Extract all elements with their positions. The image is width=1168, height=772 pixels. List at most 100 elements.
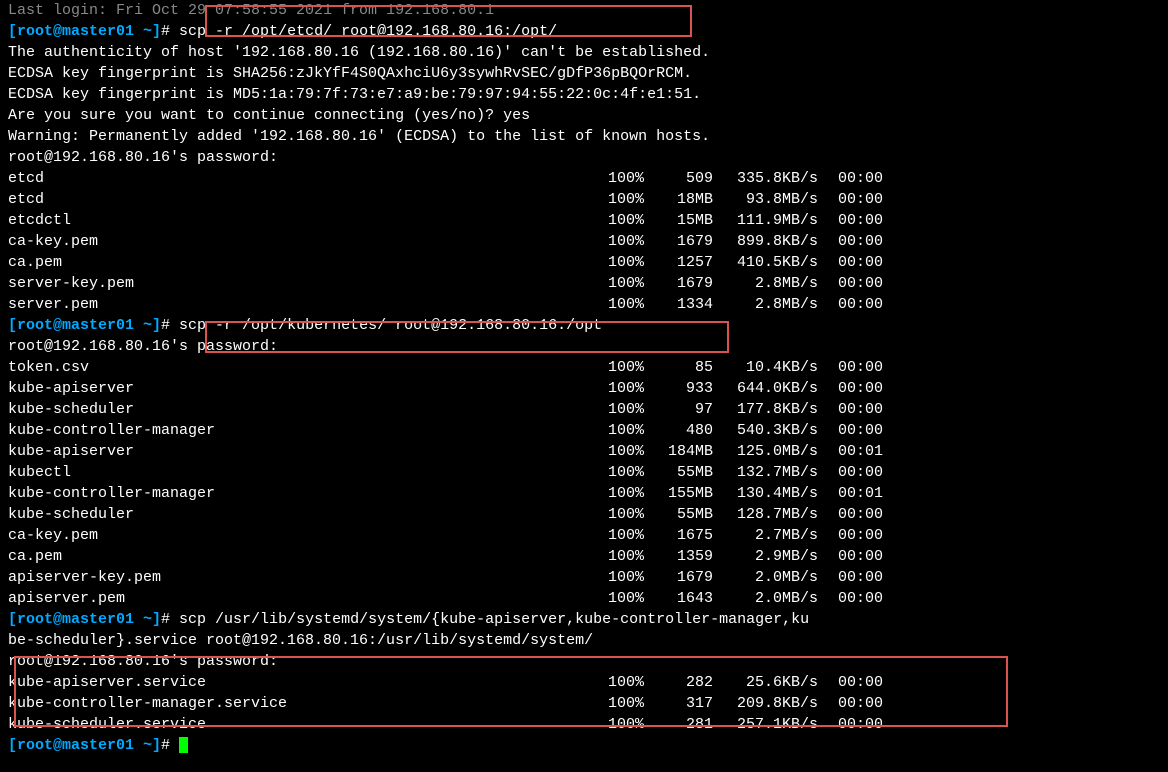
file-time: 00:00: [838, 525, 908, 546]
file-row: token.csv100%8510.4KB/s00:00: [8, 357, 1160, 378]
file-list-3: kube-apiserver.service100%28225.6KB/s00:…: [8, 672, 1160, 735]
file-size: 317: [658, 693, 718, 714]
file-row: kube-scheduler100%55MB128.7MB/s00:00: [8, 504, 1160, 525]
file-time: 00:00: [838, 567, 908, 588]
file-percent: 100%: [608, 441, 658, 462]
file-speed: 111.9MB/s: [718, 210, 838, 231]
file-percent: 100%: [608, 546, 658, 567]
file-size: 184MB: [658, 441, 718, 462]
file-percent: 100%: [608, 357, 658, 378]
prompt-user: [root@master01 ~]: [8, 23, 161, 40]
password-prompt-3: root@192.168.80.16's password:: [8, 651, 1160, 672]
file-time: 00:00: [838, 399, 908, 420]
prompt-line-3: [root@master01 ~]# scp /usr/lib/systemd/…: [8, 609, 1160, 630]
file-speed: 2.0MB/s: [718, 588, 838, 609]
file-size: 55MB: [658, 462, 718, 483]
file-speed: 132.7MB/s: [718, 462, 838, 483]
file-percent: 100%: [608, 672, 658, 693]
file-row: server-key.pem100%16792.8MB/s00:00: [8, 273, 1160, 294]
file-name: kubectl: [8, 462, 608, 483]
file-row: kube-scheduler.service100%281257.1KB/s00…: [8, 714, 1160, 735]
file-row: kube-controller-manager100%480540.3KB/s0…: [8, 420, 1160, 441]
file-speed: 125.0MB/s: [718, 441, 838, 462]
file-time: 00:00: [838, 357, 908, 378]
file-row: kube-controller-manager.service100%31720…: [8, 693, 1160, 714]
file-speed: 128.7MB/s: [718, 504, 838, 525]
file-speed: 2.9MB/s: [718, 546, 838, 567]
file-name: etcd: [8, 189, 608, 210]
file-percent: 100%: [608, 231, 658, 252]
file-row: etcd100%18MB93.8MB/s00:00: [8, 189, 1160, 210]
file-name: apiserver-key.pem: [8, 567, 608, 588]
file-row: kube-apiserver100%933644.0KB/s00:00: [8, 378, 1160, 399]
file-name: kube-apiserver: [8, 441, 608, 462]
file-size: 1643: [658, 588, 718, 609]
cursor: [179, 737, 188, 753]
file-speed: 899.8KB/s: [718, 231, 838, 252]
file-row: server.pem100%13342.8MB/s00:00: [8, 294, 1160, 315]
file-row: etcdctl100%15MB111.9MB/s00:00: [8, 210, 1160, 231]
command-1: scp -r /opt/etcd/ root@192.168.80.16:/op…: [179, 23, 557, 40]
file-name: apiserver.pem: [8, 588, 608, 609]
file-percent: 100%: [608, 588, 658, 609]
auth-line: The authenticity of host '192.168.80.16 …: [8, 42, 1160, 63]
file-time: 00:00: [838, 294, 908, 315]
password-prompt-1: root@192.168.80.16's password:: [8, 147, 1160, 168]
file-percent: 100%: [608, 252, 658, 273]
file-speed: 257.1KB/s: [718, 714, 838, 735]
file-row: ca-key.pem100%16752.7MB/s00:00: [8, 525, 1160, 546]
file-speed: 130.4MB/s: [718, 483, 838, 504]
file-row: kubectl100%55MB132.7MB/s00:00: [8, 462, 1160, 483]
file-time: 00:00: [838, 714, 908, 735]
prompt-line-4[interactable]: [root@master01 ~]#: [8, 735, 1160, 756]
file-row: ca-key.pem100%1679899.8KB/s00:00: [8, 231, 1160, 252]
file-percent: 100%: [608, 525, 658, 546]
file-speed: 93.8MB/s: [718, 189, 838, 210]
file-size: 933: [658, 378, 718, 399]
prompt-line-2: [root@master01 ~]# scp -r /opt/kubernete…: [8, 315, 1160, 336]
file-time: 00:00: [838, 231, 908, 252]
file-percent: 100%: [608, 399, 658, 420]
file-size: 18MB: [658, 189, 718, 210]
file-name: server-key.pem: [8, 273, 608, 294]
file-row: kube-controller-manager100%155MB130.4MB/…: [8, 483, 1160, 504]
file-name: server.pem: [8, 294, 608, 315]
file-percent: 100%: [608, 294, 658, 315]
file-size: 281: [658, 714, 718, 735]
file-list-2: token.csv100%8510.4KB/s00:00kube-apiserv…: [8, 357, 1160, 609]
file-speed: 2.8MB/s: [718, 273, 838, 294]
file-size: 155MB: [658, 483, 718, 504]
prompt-user: [root@master01 ~]: [8, 737, 161, 754]
file-speed: 335.8KB/s: [718, 168, 838, 189]
file-time: 00:00: [838, 252, 908, 273]
file-speed: 10.4KB/s: [718, 357, 838, 378]
ecdsa-line-2: ECDSA key fingerprint is MD5:1a:79:7f:73…: [8, 84, 1160, 105]
command-2: scp -r /opt/kubernetes/ root@192.168.80.…: [179, 317, 602, 334]
file-name: token.csv: [8, 357, 608, 378]
file-size: 1675: [658, 525, 718, 546]
last-login-line: Last login: Fri Oct 29 07:58:55 2021 fro…: [8, 0, 1160, 21]
file-speed: 177.8KB/s: [718, 399, 838, 420]
file-time: 00:01: [838, 441, 908, 462]
file-size: 85: [658, 357, 718, 378]
file-time: 00:00: [838, 462, 908, 483]
file-speed: 540.3KB/s: [718, 420, 838, 441]
file-name: kube-scheduler: [8, 504, 608, 525]
file-speed: 25.6KB/s: [718, 672, 838, 693]
file-percent: 100%: [608, 462, 658, 483]
file-row: ca.pem100%1257410.5KB/s00:00: [8, 252, 1160, 273]
file-time: 00:00: [838, 378, 908, 399]
file-name: kube-scheduler: [8, 399, 608, 420]
file-size: 97: [658, 399, 718, 420]
file-name: ca.pem: [8, 252, 608, 273]
file-speed: 2.7MB/s: [718, 525, 838, 546]
warn-line: Warning: Permanently added '192.168.80.1…: [8, 126, 1160, 147]
file-size: 55MB: [658, 504, 718, 525]
file-list-1: etcd100%509335.8KB/s00:00etcd100%18MB93.…: [8, 168, 1160, 315]
terminal-output[interactable]: Last login: Fri Oct 29 07:58:55 2021 fro…: [0, 0, 1168, 756]
file-name: kube-controller-manager.service: [8, 693, 608, 714]
file-size: 1679: [658, 273, 718, 294]
file-time: 00:00: [838, 273, 908, 294]
confirm-line: Are you sure you want to continue connec…: [8, 105, 1160, 126]
file-time: 00:01: [838, 483, 908, 504]
